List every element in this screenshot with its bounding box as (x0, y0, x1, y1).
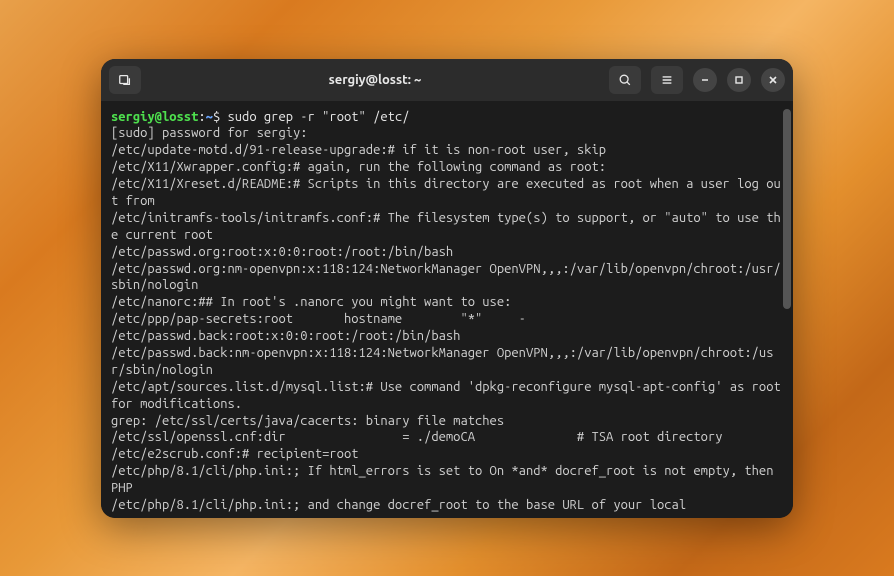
window-title: sergiy@losst: ~ (141, 73, 609, 87)
prompt-line: sergiy@losst:~$ sudo grep -r "root" /etc… (111, 109, 783, 126)
output-line: /etc/nanorc:## In root's .nanorc you mig… (111, 294, 783, 311)
close-button[interactable] (761, 68, 785, 92)
titlebar: sergiy@losst: ~ (101, 59, 793, 101)
minimize-button[interactable] (693, 68, 717, 92)
output-line: /etc/passwd.back:root:x:0:0:root:/root:/… (111, 328, 783, 345)
output-line: /etc/apt/sources.list.d/mysql.list:# Use… (111, 379, 783, 413)
search-button[interactable] (609, 66, 641, 94)
output-line: /etc/php/8.1/cli/php.ini:; and change do… (111, 497, 783, 514)
output-line: [sudo] password for sergiy: (111, 125, 783, 142)
output-line: /etc/ppp/pap-secrets:root hostname "*" - (111, 311, 783, 328)
menu-button[interactable] (651, 66, 683, 94)
new-tab-button[interactable] (109, 66, 141, 94)
output-line: grep: /etc/ssl/certs/java/cacerts: binar… (111, 413, 783, 430)
output-line: /etc/passwd.org:nm-openvpn:x:118:124:Net… (111, 261, 783, 295)
output-line: /etc/passwd.org:root:x:0:0:root:/root:/b… (111, 244, 783, 261)
prompt-user: sergiy@losst (111, 110, 198, 124)
titlebar-left (109, 66, 141, 94)
output-line: /etc/X11/Xwrapper.config:# again, run th… (111, 159, 783, 176)
terminal-window: sergiy@losst: ~ s (101, 59, 793, 518)
output-line: /etc/X11/Xreset.d/README:# Scripts in th… (111, 176, 783, 210)
prompt-sep1: : (198, 110, 205, 124)
titlebar-right (609, 66, 785, 94)
output-line: /etc/e2scrub.conf:# recipient=root (111, 446, 783, 463)
prompt-path: ~ (206, 110, 213, 124)
command-text: sudo grep -r "root" /etc/ (228, 110, 410, 124)
output-line: /etc/initramfs-tools/initramfs.conf:# Th… (111, 210, 783, 244)
scrollbar[interactable] (783, 109, 791, 309)
prompt-sep2: $ (213, 110, 228, 124)
output-line: /etc/ssl/openssl.cnf:dir = ./demoCA # TS… (111, 429, 783, 446)
output-line: /etc/update-motd.d/91-release-upgrade:# … (111, 142, 783, 159)
output-line: /etc/php/8.1/cli/php.ini:; If html_error… (111, 463, 783, 497)
maximize-button[interactable] (727, 68, 751, 92)
terminal-output[interactable]: sergiy@losst:~$ sudo grep -r "root" /etc… (101, 101, 793, 518)
output-line: /etc/passwd.back:nm-openvpn:x:118:124:Ne… (111, 345, 783, 379)
